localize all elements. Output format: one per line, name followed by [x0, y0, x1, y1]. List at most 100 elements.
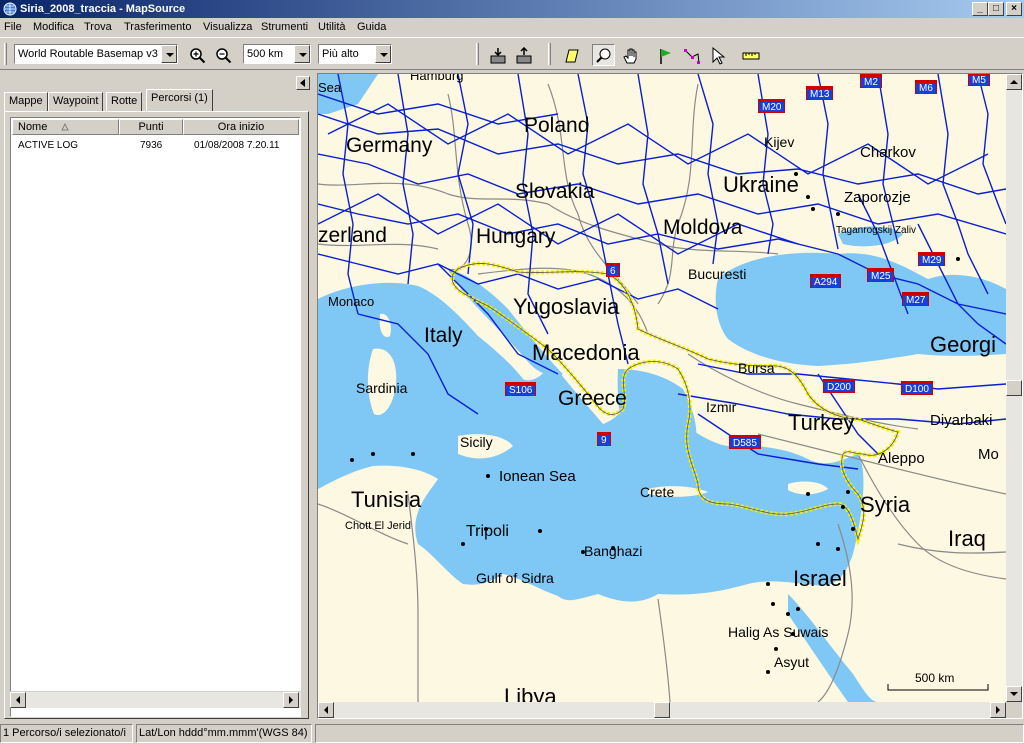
map-horizontal-scrollbar[interactable] — [318, 702, 1006, 718]
map-label: Georgi — [930, 332, 997, 357]
select-tool-button[interactable] — [706, 44, 729, 66]
menu-trasferimento[interactable]: Trasferimento — [124, 21, 191, 33]
triangle-left-icon — [16, 696, 20, 704]
close-button[interactable]: × — [1006, 2, 1022, 16]
map-label: Tunisia — [351, 487, 422, 512]
map-label: Hungary — [476, 225, 556, 248]
scroll-thumb[interactable] — [1006, 380, 1022, 396]
scroll-left-button[interactable] — [318, 702, 334, 718]
chevron-down-icon[interactable] — [161, 45, 177, 63]
track-name: ACTIVE LOG — [18, 140, 79, 151]
hand-tool-button[interactable] — [619, 44, 642, 66]
scroll-up-button[interactable] — [1006, 74, 1022, 90]
map-product-select[interactable]: World Routable Basemap v3 — [14, 44, 178, 64]
scroll-left-button[interactable] — [10, 692, 26, 708]
map-label: Bucuresti — [688, 266, 747, 282]
table-row[interactable]: ACTIVE LOG 7936 01/08/2008 7.20.11 — [12, 138, 299, 154]
column-label: Nome — [18, 121, 48, 133]
map-label: Taganrogskij Zaliv — [836, 225, 917, 236]
toolbar-grip[interactable] — [476, 43, 479, 65]
minimize-button[interactable]: _ — [972, 2, 988, 16]
map-tool-icon — [565, 49, 579, 63]
send-to-device-button[interactable] — [512, 44, 535, 66]
maximize-button[interactable]: □ — [988, 2, 1004, 16]
waypoint-tool-button[interactable] — [654, 44, 677, 66]
menu-visualizza[interactable]: Visualizza — [203, 21, 252, 33]
map-label: Crete — [640, 484, 675, 500]
road-shield: D200 — [823, 379, 855, 393]
distance-tool-button[interactable] — [739, 44, 762, 66]
map-vertical-scrollbar[interactable] — [1006, 74, 1022, 702]
map-label: Greece — [558, 387, 627, 410]
tracks-list[interactable]: Nome Punti Ora inizio ACTIVE LOG 7936 01… — [10, 117, 301, 717]
track-points: 7936 — [140, 140, 163, 151]
scroll-right-button[interactable] — [990, 702, 1006, 718]
menu-guida[interactable]: Guida — [357, 21, 386, 33]
tab-percorsi[interactable]: Percorsi (1) — [146, 89, 213, 111]
chevron-down-icon[interactable] — [294, 45, 310, 63]
road-shield: S106 — [505, 382, 537, 396]
panel-collapse-button[interactable] — [296, 76, 310, 90]
triangle-left-icon — [324, 706, 328, 714]
triangle-right-icon — [996, 706, 1000, 714]
map-label: Banghazi — [584, 543, 643, 559]
toolbar: World Routable Basemap v3 500 km Più alt… — [0, 39, 1024, 70]
column-header-punti[interactable]: Punti — [119, 119, 183, 135]
tab-waypoint[interactable]: Waypoint — [48, 92, 104, 111]
route-tool-button[interactable] — [680, 44, 703, 66]
triangle-right-icon — [289, 696, 293, 704]
road-shield: M20 — [758, 99, 786, 113]
map-label: Iraq — [948, 526, 986, 551]
tab-rotte[interactable]: Rotte — [106, 92, 143, 111]
status-empty-pane — [315, 724, 1024, 743]
column-header-nome[interactable]: Nome — [12, 119, 119, 135]
zoom-in-button[interactable] — [186, 44, 209, 66]
zoom-scale-select[interactable]: 500 km — [243, 44, 311, 64]
scroll-down-button[interactable] — [1006, 686, 1022, 702]
title-bar: Siria_2008_traccia - MapSource _ □ × — [0, 0, 1024, 18]
zoom-out-button[interactable] — [212, 44, 235, 66]
menu-strumenti[interactable]: Strumenti — [261, 21, 308, 33]
hand-icon — [623, 48, 637, 64]
chevron-down-icon[interactable] — [375, 45, 391, 63]
map-label: Halig As Suwais — [728, 624, 829, 640]
map-label: Yugoslavia — [513, 294, 620, 319]
flag-icon — [660, 49, 671, 64]
panel-horizontal-scrollbar[interactable] — [10, 691, 301, 708]
detail-select[interactable]: Più alto — [318, 44, 392, 64]
triangle-down-icon — [1010, 692, 1018, 696]
map-label: Sicily — [460, 434, 493, 450]
zoom-tool-button[interactable] — [592, 44, 615, 66]
menu-trova[interactable]: Trova — [84, 21, 112, 33]
tab-mappe[interactable]: Mappe — [4, 92, 48, 111]
menu-file[interactable]: File — [4, 21, 22, 33]
map-label: Mo — [978, 446, 999, 463]
map-view[interactable]: Sea Hamburg Poland Germany Slovakia Ukra… — [318, 74, 1006, 702]
map-label: Ukraine — [723, 172, 799, 197]
status-bar: 1 Percorso/i selezionato/i Lat/Lon hddd°… — [0, 723, 1024, 744]
zoom-tool-icon — [596, 48, 611, 63]
scroll-corner — [1006, 702, 1022, 718]
column-header-ora-inizio[interactable]: Ora inizio — [183, 119, 299, 135]
mapsource-window: Siria_2008_traccia - MapSource _ □ × Fil… — [0, 0, 1024, 744]
toolbar-grip[interactable] — [548, 43, 551, 65]
scroll-thumb[interactable] — [654, 702, 670, 718]
map-label: Germany — [346, 134, 433, 157]
map-label: Sardinia — [356, 380, 408, 396]
panel-tabs: Mappe Waypoint Rotte Percorsi (1) — [4, 89, 309, 111]
zoom-scale-value: 500 km — [247, 48, 284, 60]
status-selection: 1 Percorso/i selezionato/i — [0, 724, 133, 743]
receive-from-device-button[interactable] — [486, 44, 509, 66]
map-tool-button[interactable] — [560, 44, 583, 66]
column-label: Ora inizio — [217, 121, 265, 133]
map-label: Aleppo — [878, 450, 925, 467]
map-label: zerland — [318, 224, 387, 247]
map-label: Ionean Sea — [499, 468, 576, 485]
toolbar-grip[interactable] — [4, 43, 7, 65]
map-label: Tripoli — [466, 523, 509, 540]
road-shield: M25 — [867, 268, 895, 282]
map-label: Libya — [504, 684, 557, 702]
scroll-right-button[interactable] — [283, 692, 299, 708]
menu-modifica[interactable]: Modifica — [33, 21, 74, 33]
menu-utilita[interactable]: Utilità — [318, 21, 346, 33]
